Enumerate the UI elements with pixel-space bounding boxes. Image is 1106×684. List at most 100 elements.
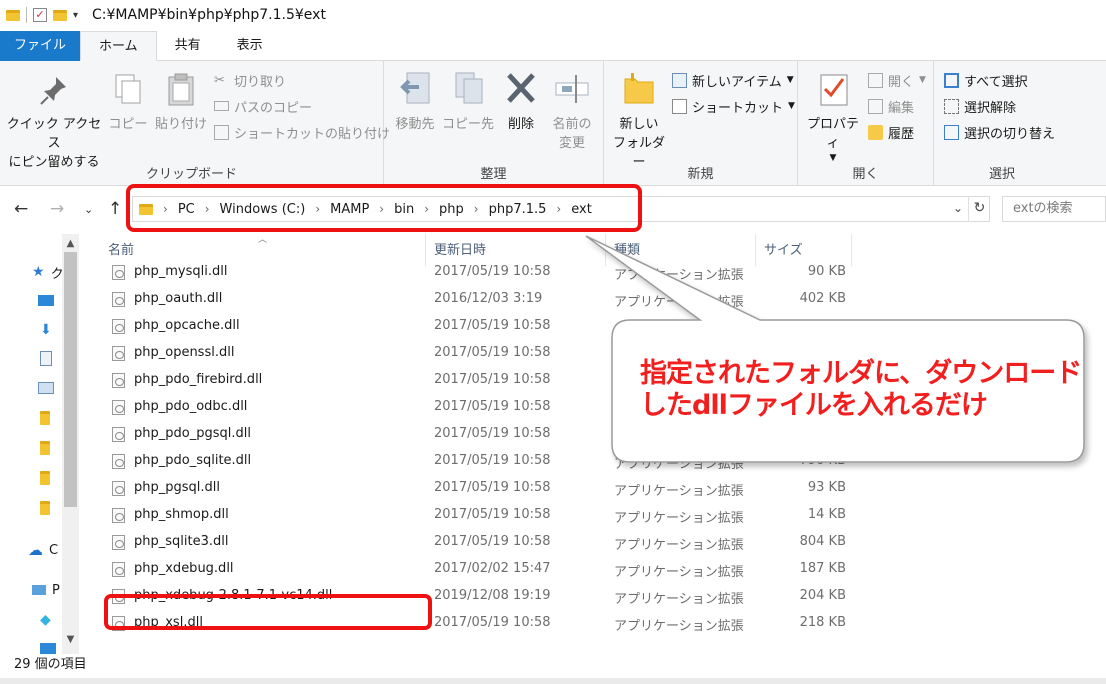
file-name: php_opcache.dll <box>134 318 240 333</box>
select-none-icon <box>944 98 959 114</box>
desktop-icon <box>38 294 54 306</box>
paste-shortcut-button[interactable]: ショートカットの貼り付け <box>214 121 390 143</box>
file-size: 804 KB <box>799 534 846 549</box>
file-name: php_pdo_sqlite.dll <box>134 453 252 468</box>
new-group-label: 新規 <box>687 167 714 182</box>
table-row[interactable]: php_mysqli.dll 2017/05/19 10:58 アプリケーション拡張… <box>104 259 884 286</box>
file-name: php_mysqli.dll <box>134 264 228 279</box>
separator <box>26 7 27 23</box>
table-row[interactable]: php_pdo_sqlite.dll 2017/05/19 10:58 アプリケーシ… <box>104 448 884 475</box>
dll-file-icon <box>112 346 125 361</box>
folder-icon <box>6 9 20 21</box>
copy-icon <box>110 71 146 109</box>
paste-icon <box>163 71 199 109</box>
copy-to-button[interactable]: コピー先 <box>440 71 496 134</box>
download-icon: ⬇ <box>40 322 52 338</box>
folder-icon <box>40 441 50 455</box>
file-size: 402 KB <box>799 291 846 306</box>
select-group-label: 選択 <box>988 167 1015 182</box>
organize-group-label: 整理 <box>480 167 507 182</box>
nav-pane-scrollbar[interactable]: ▲ ▼ <box>62 234 79 654</box>
search-input[interactable]: extの検索 <box>1002 196 1106 222</box>
ribbon: クイック アクセス にピン留めする コピー 貼り付け ✂ 切り取り パスのコピー… <box>0 61 1106 186</box>
clipboard-group-label: クリップボード <box>145 167 237 182</box>
table-row[interactable]: php_oauth.dll 2016/12/03 3:19 アプリケーション拡張 40… <box>104 286 884 313</box>
table-row[interactable]: php_opcache.dll 2017/05/19 10:58 <box>104 313 884 340</box>
picture-icon <box>38 382 54 394</box>
copy-button[interactable]: コピー <box>106 71 150 134</box>
table-row[interactable]: php_pgsql.dll 2017/05/19 10:58 アプリケーション拡張 9… <box>104 475 884 502</box>
new-item-button[interactable]: 新しいアイテム ▼ <box>672 69 794 91</box>
chevron-down-icon: ▼ <box>788 101 795 111</box>
window-bottom-edge <box>0 678 1106 684</box>
tab-share[interactable]: 共有 <box>157 31 219 61</box>
back-arrow-icon[interactable]: ← <box>14 199 28 219</box>
file-modified: 2017/05/19 10:58 <box>434 264 551 279</box>
select-all-button[interactable]: すべて選択 <box>944 69 1028 91</box>
properties-button[interactable]: プロパティ ▼ <box>802 71 864 163</box>
open-group-label: 開く <box>852 167 879 182</box>
chevron-down-icon: ▼ <box>786 75 794 85</box>
file-name: php_pdo_firebird.dll <box>134 372 263 387</box>
new-folder-button[interactable]: 新しい フォルダー <box>608 71 670 172</box>
scroll-thumb[interactable] <box>64 252 77 507</box>
tab-view[interactable]: 表示 <box>219 31 281 61</box>
scroll-down-icon[interactable]: ▼ <box>62 634 79 645</box>
callout-text: 指定されたフォルダに、ダウンロード したdllファイルを入れるだけ <box>640 358 1082 422</box>
address-dropdown-chevron-icon[interactable]: ⌄ <box>948 196 968 220</box>
title-bar: ✓ ▾ C:¥MAMP¥bin¥php¥php7.1.5¥ext <box>0 0 1106 30</box>
copy-to-icon <box>450 71 486 109</box>
history-button[interactable]: 履歴 <box>868 121 914 143</box>
copy-path-icon <box>214 101 229 111</box>
delete-button[interactable]: 削除 <box>498 71 544 134</box>
organize-group: 移動先 コピー先 削除 名前の 変更 整理 <box>384 61 604 186</box>
table-row[interactable]: php_shmop.dll 2017/05/19 10:58 アプリケーション拡張 1… <box>104 502 884 529</box>
file-name: php_oauth.dll <box>134 291 223 306</box>
new-folder-icon[interactable] <box>53 9 67 21</box>
easy-access-shortcut-button[interactable]: ショートカット ▼ <box>672 95 795 117</box>
customize-toolbar-icon[interactable]: ▾ <box>73 10 78 21</box>
properties-check-icon[interactable]: ✓ <box>33 8 47 22</box>
file-size: 790 KB <box>799 453 846 468</box>
invert-selection-button[interactable]: 選択の切り替え <box>944 121 1055 143</box>
open-group: プロパティ ▼ 開く ▼ 編集 履歴 開く <box>798 61 934 186</box>
file-modified: 2017/05/19 10:58 <box>434 534 551 549</box>
open-icon <box>868 72 883 88</box>
table-row[interactable]: php_pdo_pgsql.dll 2017/05/19 10:58 <box>104 421 884 448</box>
file-modified: 2017/05/19 10:58 <box>434 453 551 468</box>
forward-arrow-icon[interactable]: → <box>50 199 64 219</box>
copy-path-button[interactable]: パスのコピー <box>214 95 312 117</box>
dll-file-icon <box>112 454 125 469</box>
file-name: php_openssl.dll <box>134 345 235 360</box>
select-none-button[interactable]: 選択解除 <box>944 95 1016 117</box>
file-list: ︿ 名前 更新日時 種類 サイズ php_mysqli.dll 2017/05/1… <box>82 234 1106 654</box>
up-arrow-icon[interactable]: ↑ <box>108 199 122 219</box>
tab-home[interactable]: ホーム <box>80 31 157 61</box>
file-type: アプリケーション拡張 <box>614 619 744 634</box>
file-modified: 2017/05/19 10:58 <box>434 615 551 630</box>
refresh-icon[interactable]: ↻ <box>968 196 990 222</box>
file-name: php_sqlite3.dll <box>134 534 229 549</box>
tab-file[interactable]: ファイル <box>0 31 81 61</box>
file-name: php_pdo_pgsql.dll <box>134 426 251 441</box>
delete-x-icon <box>503 71 539 109</box>
table-row[interactable]: php_sqlite3.dll 2017/05/19 10:58 アプリケーション拡… <box>104 529 884 556</box>
recent-locations-chevron-icon[interactable]: ⌄ <box>84 203 93 216</box>
pin-to-quick-access-button[interactable]: クイック アクセス にピン留めする <box>4 71 104 172</box>
table-row[interactable]: php_xdebug.dll 2017/02/02 15:47 アプリケーション拡張… <box>104 556 884 583</box>
edit-button[interactable]: 編集 <box>868 95 914 117</box>
move-to-button[interactable]: 移動先 <box>390 71 440 134</box>
cube-icon: ◆ <box>40 612 51 628</box>
cut-button[interactable]: ✂ 切り取り <box>214 69 286 91</box>
file-modified: 2017/05/19 10:58 <box>434 426 551 441</box>
desktop-icon <box>40 642 56 654</box>
scroll-up-icon[interactable]: ▲ <box>62 238 79 249</box>
paste-button[interactable]: 貼り付け <box>152 71 210 134</box>
document-icon <box>40 350 52 366</box>
rename-button[interactable]: 名前の 変更 <box>546 71 598 153</box>
dll-file-icon <box>112 427 125 442</box>
open-button[interactable]: 開く ▼ <box>868 69 926 91</box>
quick-access-toolbar: ✓ ▾ <box>0 7 78 23</box>
file-highlight-box <box>104 594 432 630</box>
properties-icon <box>815 71 851 109</box>
